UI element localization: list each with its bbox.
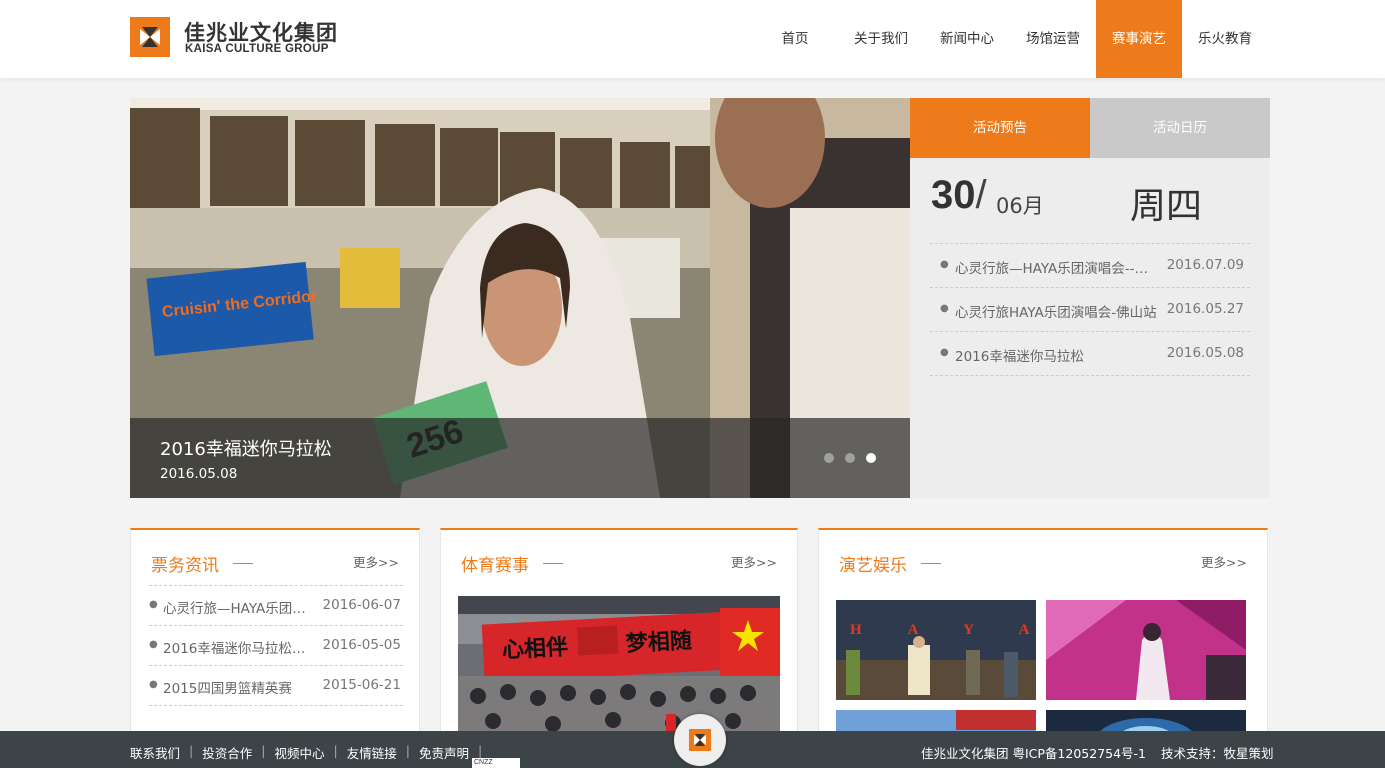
- tab-activity-calendar[interactable]: 活动日历: [1090, 98, 1270, 158]
- nav-item-home[interactable]: 首页: [752, 0, 838, 78]
- sports-crowd-image: 心相伴 梦相随: [458, 596, 780, 746]
- footer-link-investment[interactable]: 投资合作: [202, 743, 252, 762]
- footer-divider: |: [189, 743, 194, 758]
- slider-dot-active[interactable]: [866, 453, 876, 463]
- logo[interactable]: 佳兆业文化集团 KAISA CULTURE GROUP: [130, 17, 360, 59]
- footer-links: 联系我们 | 投资合作 | 视频中心 | 友情链接 | 免责声明 |: [130, 743, 491, 762]
- footer-link-friends[interactable]: 友情链接: [347, 743, 397, 762]
- activity-item-date: 2016.05.08: [1166, 345, 1244, 361]
- ticket-box-title: 票务资讯: [151, 556, 219, 576]
- nav-item-about[interactable]: 关于我们: [838, 0, 924, 78]
- bullet-icon: ●: [940, 259, 949, 270]
- ticket-item-title[interactable]: 心灵行旅—HAYA乐团演唱会: [163, 597, 313, 617]
- ticket-item-date: 2016-05-05: [322, 637, 401, 653]
- ticket-more-link[interactable]: 更多>>: [353, 552, 399, 571]
- date-day: 30/: [931, 173, 987, 217]
- sports-box-title: 体育赛事: [461, 556, 529, 576]
- activity-list: ● 心灵行旅—HAYA乐团演唱会--佛山站 2016.07.09 ● 心灵行旅H…: [930, 243, 1250, 376]
- kaisa-logo-icon: [689, 729, 711, 751]
- list-item[interactable]: ● 心灵行旅HAYA乐团演唱会-佛山站 2016.05.27: [930, 288, 1250, 332]
- footer-divider: |: [405, 743, 410, 758]
- footer-divider: |: [261, 743, 266, 758]
- date-day-number: 30: [931, 173, 976, 217]
- nav-item-education[interactable]: 乐火教育: [1182, 0, 1268, 78]
- ticket-item-title[interactable]: 2015四国男篮精英赛: [163, 677, 313, 697]
- title-dash: [921, 563, 941, 564]
- singer-stage-image: [1046, 600, 1246, 700]
- sports-banner-text-left: 心相伴: [501, 635, 568, 663]
- footer-copyright: 佳兆业文化集团 粤ICP备12052754号-1: [921, 746, 1147, 761]
- footer-divider: |: [333, 743, 338, 758]
- entertainment-more-link[interactable]: 更多>>: [1201, 552, 1247, 571]
- list-item[interactable]: ● 心灵行旅—HAYA乐团演唱会--佛山站 2016.07.09: [930, 244, 1250, 288]
- bullet-icon: ●: [940, 303, 949, 314]
- bullet-icon: ●: [940, 347, 949, 358]
- ticket-item-date: 2016-06-07: [322, 597, 401, 613]
- sports-more-link[interactable]: 更多>>: [731, 552, 777, 571]
- activity-panel: 活动预告 活动日历 30/ 06月 周四 ● 心灵行旅—HAYA乐团演唱会--佛…: [910, 98, 1270, 498]
- bullet-icon: ●: [149, 599, 158, 610]
- nav-item-venues[interactable]: 场馆运营: [1010, 0, 1096, 78]
- slide-caption: 2016幸福迷你马拉松 2016.05.08: [130, 418, 910, 498]
- date-weekday: 周四: [1130, 186, 1203, 227]
- list-item[interactable]: ● 2016幸福迷你马拉松 2016.05.08: [930, 332, 1250, 376]
- list-item[interactable]: ● 2016幸福迷你马拉松活动 2016-05-05: [149, 626, 403, 666]
- footer-link-video[interactable]: 视频中心: [274, 743, 324, 762]
- sports-banner-text-right: 梦相随: [625, 628, 692, 657]
- slider-dot[interactable]: [845, 453, 855, 463]
- list-item[interactable]: ● 2015四国男篮精英赛 2015-06-21: [149, 666, 403, 706]
- entertainment-thumbnail[interactable]: [1046, 600, 1246, 700]
- activity-item-title[interactable]: 心灵行旅—HAYA乐团演唱会--佛山站: [955, 257, 1160, 277]
- footer-link-contact[interactable]: 联系我们: [130, 743, 180, 762]
- activity-tabs: 活动预告 活动日历: [910, 98, 1270, 158]
- footer-tech-support[interactable]: 技术支持：牧星策划: [1161, 743, 1274, 762]
- hero-slider[interactable]: Cruisin' the Corridor 256 2016幸福迷你马拉松 20…: [130, 98, 910, 498]
- nav-item-news[interactable]: 新闻中心: [924, 0, 1010, 78]
- cnzz-badge[interactable]: CNZZ: [472, 758, 520, 768]
- slide-date: 2016.05.08: [160, 466, 238, 482]
- title-dash: [233, 563, 253, 564]
- tab-activity-preview[interactable]: 活动预告: [910, 98, 1090, 158]
- logo-text-en: KAISA CULTURE GROUP: [185, 43, 329, 55]
- nav-item-events[interactable]: 赛事演艺: [1096, 0, 1182, 78]
- slider-dots: [824, 453, 876, 463]
- list-item[interactable]: ● 心灵行旅—HAYA乐团演唱会 2016-06-07: [149, 586, 403, 626]
- footer-logo-button[interactable]: [674, 714, 726, 766]
- ticket-list: ● 心灵行旅—HAYA乐团演唱会 2016-06-07 ● 2016幸福迷你马拉…: [149, 585, 403, 706]
- footer-link-disclaimer[interactable]: 免责声明: [419, 743, 469, 762]
- ticket-item-date: 2015-06-21: [322, 677, 401, 693]
- ticket-item-title[interactable]: 2016幸福迷你马拉松活动: [163, 637, 313, 657]
- bullet-icon: ●: [149, 679, 158, 690]
- sports-thumbnail[interactable]: 心相伴 梦相随: [458, 596, 780, 746]
- slider-dot[interactable]: [824, 453, 834, 463]
- slide-title[interactable]: 2016幸福迷你马拉松: [160, 435, 332, 461]
- bullet-icon: ●: [149, 639, 158, 650]
- haya-concert-image: HAYA: [836, 600, 1036, 700]
- date-month: 06月: [996, 194, 1044, 218]
- haya-stage-letters: HAYA: [850, 622, 1036, 638]
- kaisa-logo-icon: [130, 17, 170, 57]
- entertainment-thumbnail[interactable]: HAYA: [836, 600, 1036, 700]
- activity-item-date: 2016.07.09: [1166, 257, 1244, 273]
- title-dash: [543, 563, 563, 564]
- site-header: 佳兆业文化集团 KAISA CULTURE GROUP 首页 关于我们 新闻中心…: [0, 0, 1385, 78]
- main-nav: 首页 关于我们 新闻中心 场馆运营 赛事演艺 乐火教育: [752, 0, 1268, 78]
- activity-item-title[interactable]: 心灵行旅HAYA乐团演唱会-佛山站: [955, 301, 1160, 321]
- activity-item-title[interactable]: 2016幸福迷你马拉松: [955, 345, 1160, 365]
- entertainment-box-title: 演艺娱乐: [839, 556, 907, 576]
- activity-item-date: 2016.05.27: [1166, 301, 1244, 317]
